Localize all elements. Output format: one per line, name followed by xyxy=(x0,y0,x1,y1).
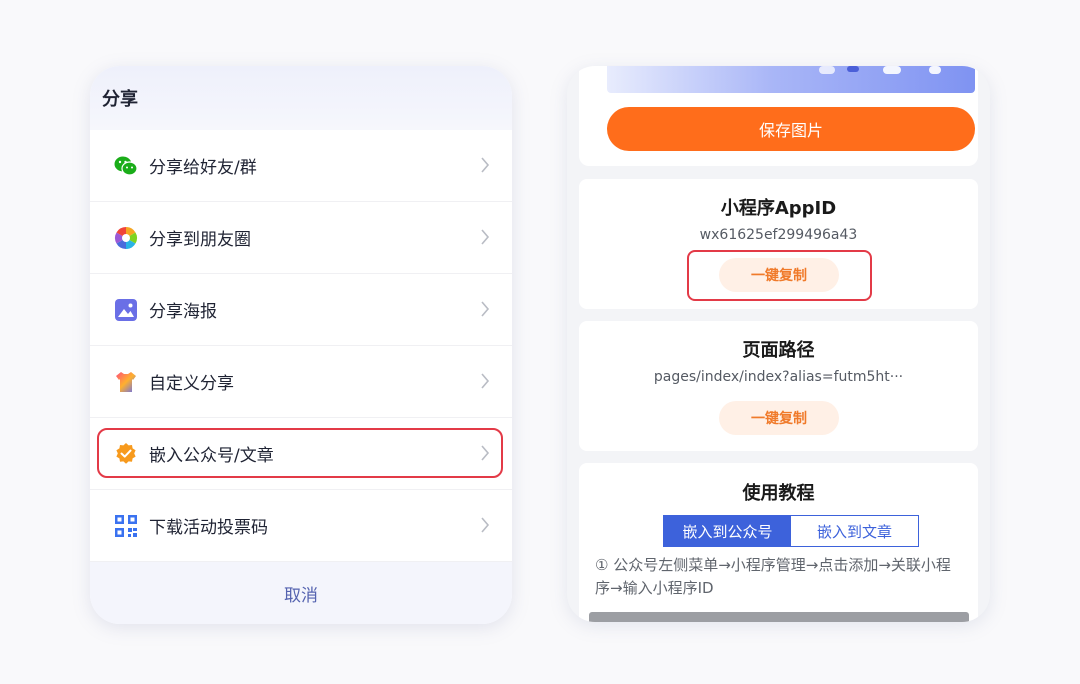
scrollbar[interactable] xyxy=(589,612,969,622)
cancel-button[interactable]: 取消 xyxy=(90,562,512,624)
wechat-icon xyxy=(114,154,138,178)
tab-embed-official-account[interactable]: 嵌入到公众号 xyxy=(664,516,791,546)
page-path-value: pages/index/index?alias=futm5ht··· xyxy=(653,369,904,385)
copy-page-path-button[interactable]: 一键复制 xyxy=(719,401,839,435)
tab-embed-article[interactable]: 嵌入到文章 xyxy=(791,516,918,546)
verified-badge-icon xyxy=(114,442,138,466)
custom-share-icon xyxy=(114,370,138,394)
share-item-friends[interactable]: 分享给好友/群 xyxy=(90,130,512,202)
save-image-button[interactable]: 保存图片 xyxy=(607,107,975,151)
chevron-right-icon xyxy=(481,301,490,317)
share-item-download-qr[interactable]: 下载活动投票码 xyxy=(90,490,512,562)
share-item-custom[interactable]: 自定义分享 xyxy=(90,346,512,418)
chevron-right-icon xyxy=(481,517,490,533)
tutorial-title: 使用教程 xyxy=(742,483,815,504)
share-item-label: 嵌入公众号/文章 xyxy=(149,446,274,466)
share-item-label: 自定义分享 xyxy=(149,374,234,394)
tutorial-tabs: 嵌入到公众号 嵌入到文章 xyxy=(663,515,919,547)
share-sheet-title: 分享 xyxy=(90,66,512,130)
embed-panel: 保存图片 小程序AppID wx61625ef299496a43 一键复制 页面… xyxy=(567,66,990,622)
page-path-title: 页面路径 xyxy=(742,340,815,361)
poster-preview-image xyxy=(607,66,975,93)
moments-icon xyxy=(114,226,138,250)
tutorial-card: 使用教程 嵌入到公众号 嵌入到文章 ① 公众号左侧菜单→小程序管理→点击添加→关… xyxy=(579,463,978,622)
share-item-label: 下载活动投票码 xyxy=(149,518,268,538)
share-sheet: 分享 分享给好友/群 分享到朋友圈 分享海报 自定义分享 嵌入公众号/文章 下载… xyxy=(90,66,512,624)
appid-title: 小程序AppID xyxy=(720,198,837,219)
chevron-right-icon xyxy=(481,373,490,389)
poster-card: 保存图片 xyxy=(579,66,978,166)
qr-code-icon xyxy=(114,514,138,538)
share-item-label: 分享给好友/群 xyxy=(149,158,257,178)
share-item-embed-official-account[interactable]: 嵌入公众号/文章 xyxy=(90,418,512,490)
share-item-moments[interactable]: 分享到朋友圈 xyxy=(90,202,512,274)
poster-image-icon xyxy=(114,298,138,322)
chevron-right-icon xyxy=(481,157,490,173)
share-item-label: 分享到朋友圈 xyxy=(149,230,251,250)
chevron-right-icon xyxy=(481,229,490,245)
page-path-card: 页面路径 pages/index/index?alias=futm5ht··· … xyxy=(579,321,978,451)
chevron-right-icon xyxy=(481,445,490,461)
tutorial-step-text: ① 公众号左侧菜单→小程序管理→点击添加→关联小程序→输入小程序ID xyxy=(595,556,951,597)
share-item-poster[interactable]: 分享海报 xyxy=(90,274,512,346)
copy-appid-button[interactable]: 一键复制 xyxy=(719,258,839,292)
appid-card: 小程序AppID wx61625ef299496a43 一键复制 xyxy=(579,179,978,309)
share-item-label: 分享海报 xyxy=(149,302,217,322)
appid-value: wx61625ef299496a43 xyxy=(699,227,858,243)
